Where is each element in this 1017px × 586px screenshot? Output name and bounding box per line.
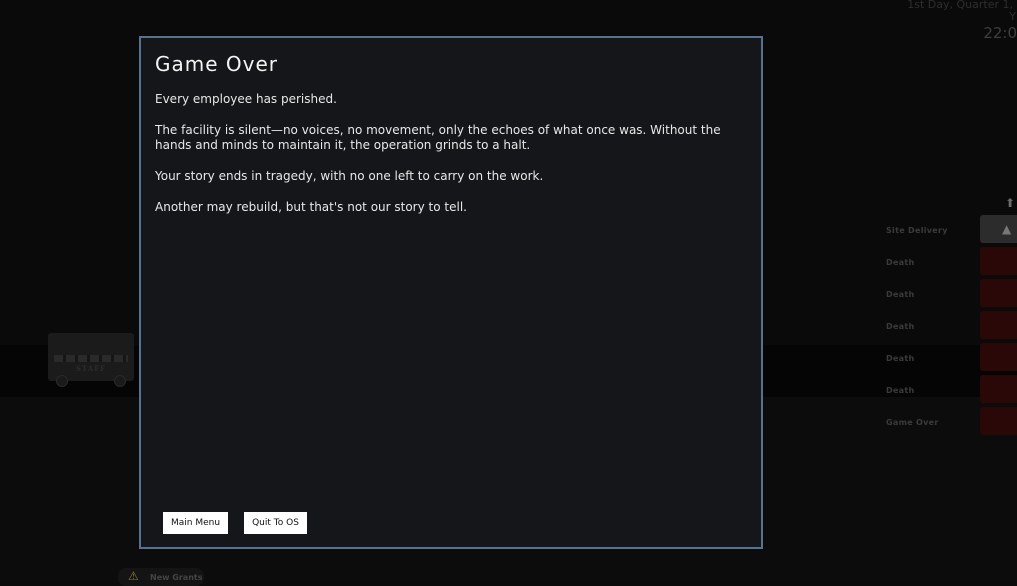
time-display: 22:0 <box>983 24 1017 42</box>
event-button-death[interactable] <box>980 247 1017 275</box>
dialog-paragraph: Your story ends in tragedy, with no one … <box>155 169 544 183</box>
bus-wheel <box>56 375 68 387</box>
dialog-paragraph: Every employee has perished. <box>155 92 337 106</box>
event-button-site-delivery[interactable]: ▲ <box>980 215 1017 243</box>
date-display: 1st Day, Quarter 1, <box>907 0 1013 11</box>
game-over-dialog: Game Over Every employee has perished. T… <box>139 36 763 549</box>
delivery-icon: ▲ <box>1002 222 1012 236</box>
new-grants-button[interactable]: ⚠ New Grants <box>118 568 204 586</box>
dialog-title: Game Over <box>155 52 279 76</box>
event-label: Death <box>886 354 915 363</box>
event-label: Death <box>886 290 915 299</box>
event-label: Site Delivery <box>886 226 948 235</box>
event-label: Game Over <box>886 418 939 427</box>
dialog-paragraph: The facility is silent—no voices, no mov… <box>155 123 721 152</box>
event-label: Death <box>886 258 915 267</box>
bus-wheel <box>114 375 126 387</box>
quit-to-os-button[interactable]: Quit To OS <box>244 512 307 534</box>
event-label: Death <box>886 386 915 395</box>
warning-icon: ⚠ <box>128 569 139 583</box>
bus-label: STAFF <box>75 364 107 373</box>
event-button-death[interactable] <box>980 343 1017 371</box>
new-grants-label: New Grants <box>150 573 203 582</box>
dialog-paragraph: Another may rebuild, but that's not our … <box>155 200 467 214</box>
event-label: Death <box>886 322 915 331</box>
event-button-death[interactable] <box>980 375 1017 403</box>
event-button-death[interactable] <box>980 311 1017 339</box>
date-suffix: Y <box>1009 10 1016 23</box>
main-menu-button[interactable]: Main Menu <box>163 512 228 534</box>
scroll-up-arrow-icon[interactable]: ⬆ <box>1005 196 1015 210</box>
event-button-death[interactable] <box>980 279 1017 307</box>
event-button-game-over[interactable] <box>980 407 1017 435</box>
staff-bus: STAFF <box>48 333 134 387</box>
bus-windows <box>54 355 128 362</box>
